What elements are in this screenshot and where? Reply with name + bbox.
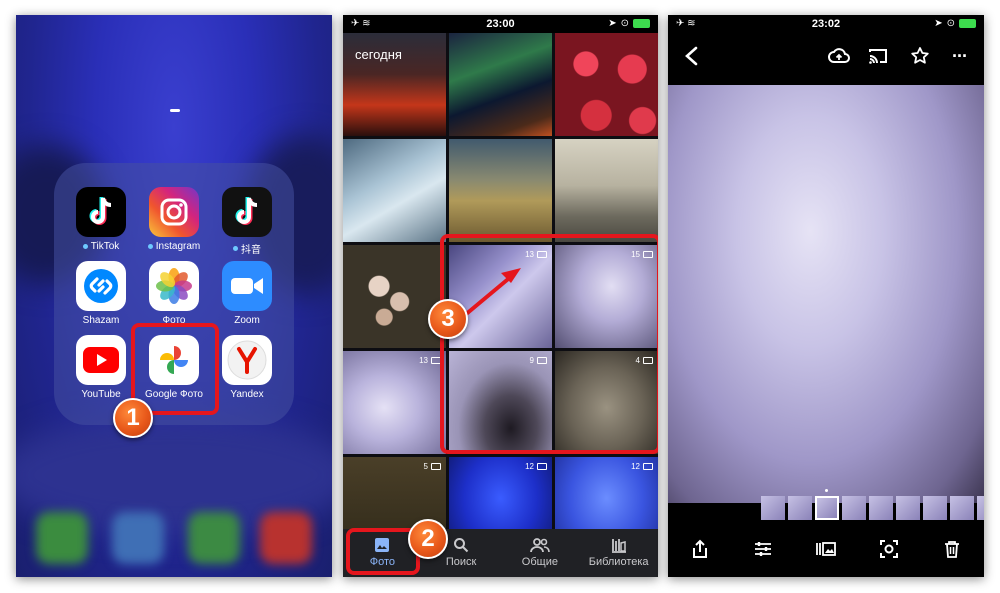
photo-thumbnail[interactable] — [555, 139, 658, 242]
battery-icon — [633, 19, 650, 28]
tab-label: Поиск — [445, 556, 477, 568]
cast-icon[interactable] — [868, 47, 888, 70]
frame-thumb — [788, 496, 812, 520]
lock-rotation-icon: ⊙ — [946, 18, 955, 29]
google-photos-grid-panel: ✈ ≋ 23:00 ➤ ⊙ сегодня 13 15 13 9 4 5 12 1… — [343, 15, 658, 577]
battery-icon — [959, 19, 976, 28]
back-icon[interactable] — [682, 45, 702, 72]
frame-thumb — [842, 496, 866, 520]
status-bar: ✈ ≋ 23:02 ➤ ⊙ — [668, 15, 984, 33]
app-douyin[interactable]: 抖音 — [210, 187, 284, 256]
library-icon — [579, 537, 658, 553]
instagram-icon — [149, 187, 199, 237]
frame-thumb-current — [815, 496, 839, 520]
lock-rotation-icon: ⊙ — [620, 18, 629, 29]
frame-thumb — [896, 496, 920, 520]
frame-thumb — [950, 496, 974, 520]
new-dot — [82, 244, 88, 249]
step-badge-2: 2 — [408, 519, 448, 559]
app-label: Zoom — [234, 315, 260, 326]
shazam-icon — [76, 261, 126, 311]
video-duration: 12 — [631, 462, 640, 471]
video-thumbnail[interactable]: 13 — [343, 351, 446, 454]
frame-thumb — [761, 496, 785, 520]
app-label: Instagram — [155, 241, 201, 252]
yandex-icon — [222, 335, 272, 385]
step-badge-1: 1 — [113, 398, 153, 438]
location-icon: ➤ — [934, 18, 943, 29]
dock-phone-icon — [36, 512, 88, 564]
video-duration: 12 — [525, 462, 534, 471]
frame-thumb — [977, 496, 984, 520]
tab-label: Общие — [521, 556, 558, 568]
tab-label: Библиотека — [588, 556, 649, 568]
video-duration: 13 — [419, 356, 428, 365]
app-label: Yandex — [230, 389, 264, 400]
video-icon — [431, 463, 441, 470]
dock-browser-icon — [112, 512, 164, 564]
share-icon[interactable] — [688, 539, 712, 564]
dock-app-icon — [260, 512, 312, 564]
app-photos[interactable]: Фото — [137, 261, 211, 326]
viewer-bottom-bar — [668, 525, 984, 577]
location-icon: ➤ — [608, 18, 617, 29]
zoom-icon — [222, 261, 272, 311]
app-youtube[interactable]: YouTube — [64, 335, 138, 400]
video-duration: 5 — [423, 462, 428, 471]
cloud-upload-icon[interactable] — [828, 47, 850, 70]
app-zoom[interactable]: Zoom — [210, 261, 284, 326]
new-dot — [147, 244, 153, 249]
photo-thumbnail[interactable] — [343, 245, 446, 348]
tab-sharing[interactable]: Общие — [501, 529, 580, 577]
people-icon — [501, 537, 580, 553]
douyin-icon — [222, 187, 272, 237]
folder-title — [170, 109, 180, 112]
star-icon[interactable] — [910, 46, 930, 71]
photo-thumbnail[interactable] — [449, 33, 552, 136]
video-icon — [537, 463, 547, 470]
app-yandex[interactable]: Yandex — [210, 335, 284, 400]
video-viewer-panel: ✈ ≋ 23:02 ➤ ⊙ ··· — [668, 15, 984, 577]
photo-thumbnail[interactable]: сегодня — [343, 33, 446, 136]
photo-thumbnail[interactable] — [343, 139, 446, 242]
step-badge-3: 3 — [428, 299, 468, 339]
status-bar: ✈ ≋ 23:00 ➤ ⊙ — [343, 15, 658, 33]
photo-thumbnail[interactable] — [449, 139, 552, 242]
dock-messages-icon — [188, 512, 240, 564]
video-icon — [643, 463, 653, 470]
home-screen-panel: TikTok Instagram 抖音 Shazam Фото Zoom You… — [16, 15, 332, 577]
app-shazam[interactable]: Shazam — [64, 261, 138, 326]
app-label: YouTube — [81, 389, 121, 400]
edit-icon[interactable] — [751, 540, 775, 563]
app-label: TikTok — [90, 241, 120, 252]
playhead-dot — [825, 489, 828, 492]
frame-thumb — [923, 496, 947, 520]
section-date-label: сегодня — [355, 47, 402, 62]
delete-icon[interactable] — [940, 540, 964, 563]
app-label: Shazam — [82, 315, 120, 326]
app-instagram[interactable]: Instagram — [137, 187, 211, 252]
viewer-toolbar: ··· — [668, 33, 984, 85]
app-label: 抖音 — [241, 245, 261, 256]
frame-thumb — [869, 496, 893, 520]
tiktok-icon — [76, 187, 126, 237]
slideshow-icon[interactable] — [814, 541, 838, 562]
photo-thumbnail[interactable] — [555, 33, 658, 136]
more-icon[interactable]: ··· — [952, 46, 968, 67]
lens-icon[interactable] — [877, 539, 901, 564]
tab-library[interactable]: Библиотека — [579, 529, 658, 577]
new-dot — [233, 246, 238, 251]
video-scrubber[interactable] — [761, 496, 984, 520]
photos-icon — [149, 261, 199, 311]
app-tiktok[interactable]: TikTok — [64, 187, 138, 252]
video-frame[interactable] — [668, 85, 984, 503]
youtube-icon — [76, 335, 126, 385]
